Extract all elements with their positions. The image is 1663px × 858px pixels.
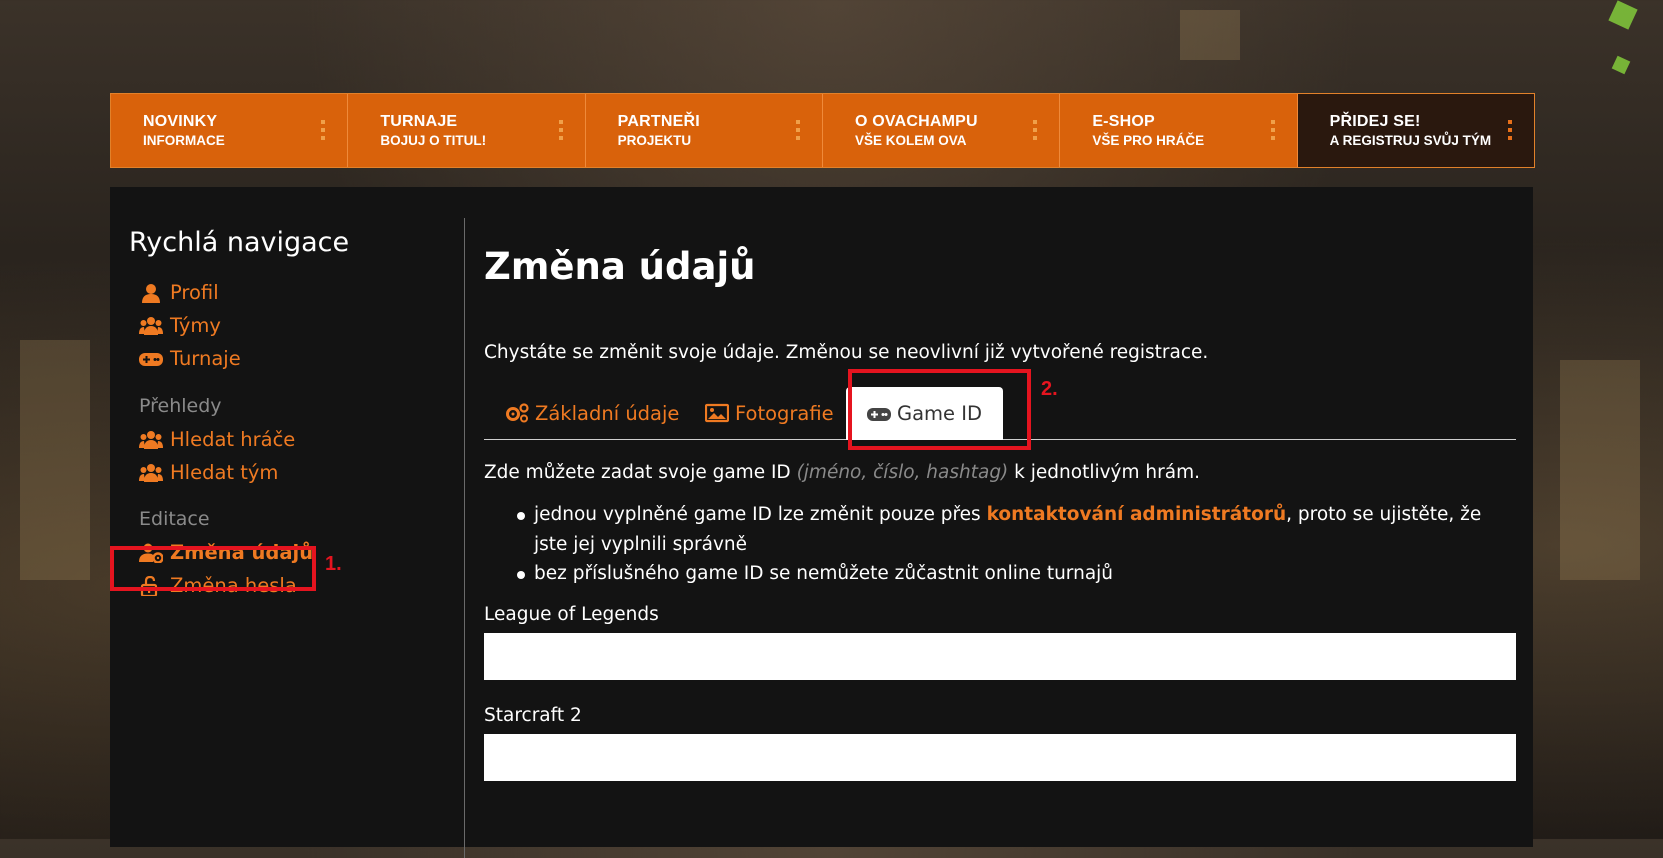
nav-subtitle: PROJEKTU xyxy=(617,133,692,148)
nav-subtitle: BOJUJ O TITUL! xyxy=(380,133,487,148)
list-item: bez příslušného game ID se nemůžete zůča… xyxy=(484,559,1516,589)
nav-title: PŘIDEJ SE! xyxy=(1329,113,1421,130)
sidebar-item-find-team[interactable]: Hledat tým xyxy=(139,461,278,484)
tab-photos[interactable]: Fotografie xyxy=(705,387,834,439)
page-title: Změna údajů xyxy=(484,245,756,288)
section-overview: Přehledy xyxy=(139,395,222,417)
user-icon xyxy=(142,283,160,303)
sc2-game-id-input[interactable] xyxy=(484,734,1516,781)
sidebar-title: Rychlá navigace xyxy=(129,227,350,258)
tab-label: Základní údaje xyxy=(535,401,680,425)
sidebar-item-teams[interactable]: Týmy xyxy=(139,314,221,337)
nav-item-eshop[interactable]: E-SHOP VŠE PRO HRÁČE xyxy=(1060,94,1298,167)
users-icon xyxy=(139,463,163,482)
nav-subtitle: INFORMACE xyxy=(143,133,225,148)
sidebar-item-tournaments[interactable]: Turnaje xyxy=(139,347,241,370)
description-text: Zde můžete zadat svoje game ID xyxy=(484,462,791,483)
nav-title: NOVINKY xyxy=(143,113,218,130)
annotation-box-step1 xyxy=(110,546,316,591)
nav-title: PARTNEŘI xyxy=(617,113,700,130)
dots-icon xyxy=(558,120,563,144)
dots-icon xyxy=(1033,120,1038,144)
dots-icon xyxy=(1270,120,1275,144)
cogs-icon xyxy=(506,403,529,423)
vertical-divider xyxy=(464,218,465,858)
users-icon xyxy=(139,316,163,335)
nav-item-tournaments[interactable]: TURNAJE BOJUJ O TITUL! xyxy=(348,94,586,167)
section-edit: Editace xyxy=(139,508,210,530)
sidebar-item-label: Turnaje xyxy=(170,347,241,370)
nav-title: O OVACHAMPU xyxy=(854,113,978,130)
field-label-lol: League of Legends xyxy=(484,604,659,625)
sidebar-item-label: Týmy xyxy=(170,314,221,337)
dots-icon xyxy=(1507,120,1512,144)
nav-item-news[interactable]: NOVINKY INFORMACE xyxy=(111,94,349,167)
nav-item-about[interactable]: O OVACHAMPU VŠE KOLEM OVA xyxy=(822,94,1061,167)
intro-text: Chystáte se změnit svoje údaje. Změnou s… xyxy=(484,342,1209,363)
contact-admins-link[interactable]: kontaktování administrátorů xyxy=(987,504,1287,525)
description-hint: (jméno, číslo, hashtag) xyxy=(796,462,1009,483)
nav-title: E-SHOP xyxy=(1092,113,1155,130)
main-navigation: NOVINKY INFORMACE TURNAJE BOJUJ O TITUL!… xyxy=(110,93,1535,168)
sidebar-item-label: Hledat hráče xyxy=(170,428,296,451)
annotation-box-step2 xyxy=(848,369,1031,450)
users-icon xyxy=(139,430,163,449)
main-panel: Rychlá navigace Profil Týmy Turnaje Přeh… xyxy=(110,187,1533,858)
tab-basic-details[interactable]: Základní údaje xyxy=(505,387,679,439)
gamepad-icon xyxy=(139,352,163,366)
annotation-label-step2: 2. xyxy=(1041,378,1058,400)
field-label-sc2: Starcraft 2 xyxy=(484,705,582,726)
nav-subtitle: VŠE KOLEM OVA xyxy=(854,133,967,148)
nav-item-join[interactable]: PŘIDEJ SE! A REGISTRUJ SVŮJ TÝM xyxy=(1297,94,1534,167)
dots-icon xyxy=(795,120,800,144)
nav-item-partners[interactable]: PARTNEŘI PROJEKTU xyxy=(585,94,823,167)
sidebar-item-find-player[interactable]: Hledat hráče xyxy=(139,428,295,451)
nav-subtitle: VŠE PRO HRÁČE xyxy=(1092,133,1205,148)
tab-label: Fotografie xyxy=(735,401,834,425)
sidebar-item-label: Hledat tým xyxy=(170,461,279,484)
lol-game-id-input[interactable] xyxy=(484,633,1516,680)
list-item: jednou vyplněné game ID lze změnit pouze… xyxy=(484,500,1516,559)
sidebar-item-label: Profil xyxy=(170,281,219,304)
sidebar-item-profile[interactable]: Profil xyxy=(139,281,219,304)
quick-navigation: Rychlá navigace Profil Týmy Turnaje Přeh… xyxy=(110,187,465,847)
info-list: jednou vyplněné game ID lze změnit pouze… xyxy=(484,500,1516,589)
annotation-label-step1: 1. xyxy=(325,553,342,575)
nav-title: TURNAJE xyxy=(380,113,458,130)
nav-subtitle: A REGISTRUJ SVŮJ TÝM xyxy=(1329,133,1492,148)
image-icon xyxy=(705,403,729,423)
list-item-text: jednou vyplněné game ID lze změnit pouze… xyxy=(534,504,981,525)
game-id-description: Zde můžete zadat svoje game ID (jméno, č… xyxy=(484,462,1200,483)
dots-icon xyxy=(321,120,326,144)
description-text: k jednotlivým hrám. xyxy=(1014,462,1200,483)
